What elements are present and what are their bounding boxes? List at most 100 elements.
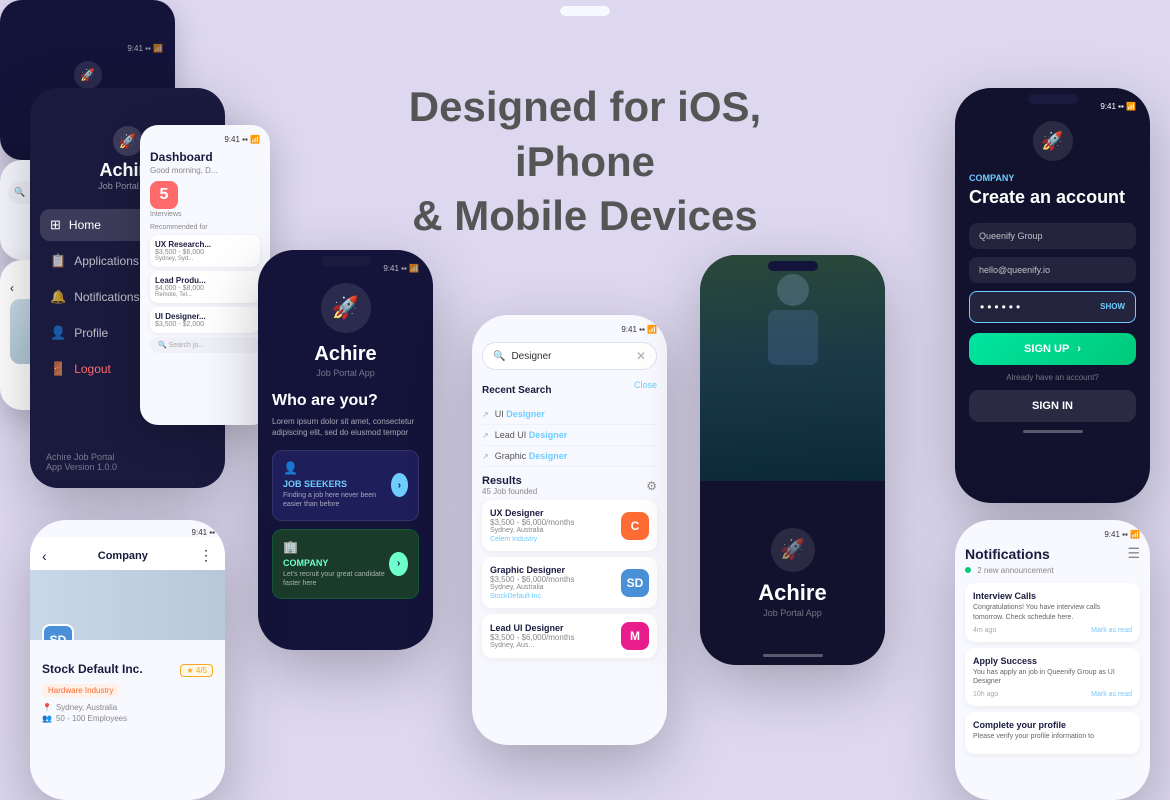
notif-title: Notifications — [965, 546, 1050, 562]
notif-card-body-1: Congratulations! You have interview call… — [973, 603, 1132, 623]
job-location-3: Sydney, Aus... — [490, 642, 615, 649]
notch-search — [545, 321, 595, 331]
signup-button[interactable]: SIGN UP › — [969, 333, 1136, 365]
dash-badge: 5 — [150, 181, 178, 209]
create-home-bar — [1023, 430, 1083, 433]
profile-icon: 👤 — [50, 325, 66, 341]
notif-card-1[interactable]: Interview Calls Congratulations! You hav… — [965, 583, 1140, 642]
photo-app-name: Achire — [758, 580, 826, 606]
company-logo-2: SD — [621, 569, 649, 597]
dash-search[interactable]: 🔍 Search jo... — [150, 337, 260, 353]
star-icon: ★ — [186, 666, 193, 675]
notch-company — [103, 526, 153, 536]
seekers-desc: Finding a job here never been easier tha… — [283, 491, 391, 509]
show-password-btn[interactable]: SHOW — [1100, 302, 1125, 311]
phone-company-card: 9:41 ▪▪ ‹ Company ⋮ SD Stock Default Inc… — [30, 520, 225, 800]
phone-who-are-you: 9:41 ▪▪ 📶 🚀 Achire Job Portal App Who ar… — [258, 250, 433, 650]
company-arrow-btn[interactable]: › — [389, 552, 408, 576]
who-card-seekers[interactable]: 👤 JOB SEEKERS Finding a job here never b… — [272, 450, 419, 520]
notif-dot — [965, 567, 971, 573]
results-header: Results 45 Job founded ⚙ — [482, 475, 657, 496]
job-title-2: Graphic Designer — [490, 565, 615, 575]
dashboard-panel: 9:41 ▪▪ 📶 Dashboard Good morning, D... 5… — [140, 125, 270, 425]
job-result-info-3: Lead UI Designer $3,500 - $6,000/months … — [490, 623, 615, 649]
who-card-company[interactable]: 🏢 COMPANY Let's recruit your great candi… — [272, 529, 419, 599]
company-logo-1: C — [621, 512, 649, 540]
notif-mark-2[interactable]: Mark as read — [1091, 691, 1132, 698]
results-title: Results — [482, 475, 537, 487]
notif-time-1: 4m ago — [973, 627, 996, 634]
splash-left-status: 9:41 ▪▪ 📶 — [12, 44, 163, 53]
dash-status-bar: 9:41 ▪▪ 📶 — [150, 135, 260, 144]
already-account-text: Already have an account? — [969, 373, 1136, 382]
bottom-search-icon: 🔍 — [14, 187, 25, 198]
seekers-arrow-btn[interactable]: › — [391, 473, 408, 497]
home-icon: ⊞ — [50, 217, 61, 233]
photo-home-bar — [763, 654, 823, 657]
who-app-name: Achire — [272, 343, 419, 366]
recent-arrow-icon-2: ↗ — [482, 431, 489, 440]
seekers-icon: 👤 — [283, 461, 391, 475]
signin-button[interactable]: SIGN IN — [969, 390, 1136, 422]
dash-job-card-3: UI Designer... $3,500 - $2,000 — [150, 307, 260, 333]
nav-label-applications: Applications — [74, 254, 139, 268]
job-result-2[interactable]: Graphic Designer $3,500 - $6,000/months … — [482, 557, 657, 608]
dash-job-card-2: Lead Produ... $4,000 - $8,000 Remote, Te… — [150, 271, 260, 303]
notif-card-2[interactable]: Apply Success You has apply an job in Qu… — [965, 648, 1140, 707]
notif-card-footer-1: 4m ago Mark as read — [973, 627, 1132, 634]
company-logo-3: M — [621, 622, 649, 650]
email-input[interactable]: hello@queenify.io — [969, 257, 1136, 283]
company-name-input[interactable]: Queenify Group — [969, 223, 1136, 249]
recent-item-3: ↗ Graphic Designer — [482, 446, 657, 467]
results-count: 45 Job founded — [482, 487, 537, 496]
company-back-btn[interactable]: ‹ — [42, 548, 47, 564]
sidebar-footer-version: App Version 1.0.0 — [46, 462, 209, 472]
company-more-btn[interactable]: ⋮ — [199, 547, 213, 564]
sidebar-rocket-icon: 🚀 — [113, 126, 143, 156]
recent-arrow-icon: ↗ — [482, 410, 489, 419]
job-location-2: Sydney, Australia — [490, 584, 615, 591]
dash-job-salary-2: $4,000 - $8,000 — [155, 285, 255, 292]
search-input[interactable]: Designer — [511, 351, 629, 362]
company-header-bar: ‹ Company ⋮ — [30, 537, 225, 570]
search-clear-btn[interactable]: ✕ — [636, 349, 646, 363]
recent-item-1: ↗ UI Designer — [482, 404, 657, 425]
job-title-3: Lead UI Designer — [490, 623, 615, 633]
job-result-1[interactable]: UX Designer $3,500 - $6,000/months Sydne… — [482, 500, 657, 551]
dash-job-card-1: UX Research... $3,500 - $6,000 Sydney, S… — [150, 235, 260, 267]
dash-title: Dashboard — [150, 150, 260, 164]
password-input[interactable]: •••••• SHOW — [969, 291, 1136, 323]
company-icon: 🏢 — [283, 540, 389, 554]
job-result-3[interactable]: Lead UI Designer $3,500 - $6,000/months … — [482, 614, 657, 658]
company-time: 9:41 — [192, 528, 208, 537]
company-photo: SD — [30, 570, 225, 640]
jd-back-btn[interactable]: ‹ — [10, 281, 14, 295]
nav-label-logout: Logout — [74, 362, 111, 376]
notifications-icon: 🔔 — [50, 289, 66, 305]
dash-time: 9:41 — [224, 135, 240, 144]
who-time: 9:41 — [383, 264, 399, 273]
phone-create-account: 9:41 ▪▪ 📶 🚀 COMPANY Create an account Qu… — [955, 88, 1150, 503]
hero-line1: Designed for iOS, iPhone — [409, 83, 761, 185]
company-info: Stock Default Inc. ★ 4/5 Hardware Indust… — [30, 640, 225, 733]
recent-close-btn[interactable]: Close — [634, 380, 657, 390]
notif-menu-btn[interactable]: ☰ — [1127, 545, 1140, 562]
phone-search: 9:41 ▪▪ 📶 🔍 Designer ✕ Recent Search Clo… — [472, 315, 667, 745]
notch-create — [1028, 94, 1078, 104]
notif-card-3[interactable]: Complete your profile Please verify your… — [965, 712, 1140, 754]
notif-time-2: 10h ago — [973, 691, 998, 698]
notif-mark-1[interactable]: Mark as read — [1091, 627, 1132, 634]
phone-notifications: 9:41 ▪▪ 📶 Notifications ☰ 2 new announce… — [955, 520, 1150, 800]
notif-announce: 2 new announcement — [965, 566, 1140, 575]
company-title: COMPANY — [283, 558, 389, 568]
filter-icon[interactable]: ⚙ — [646, 479, 657, 493]
dash-job-title-1: UX Research... — [155, 240, 255, 249]
sidebar-footer-app: Achire Job Portal — [46, 452, 209, 462]
dash-section-title: Recommended for — [150, 224, 260, 231]
photo-bottom: 🚀 Achire Job Portal App — [700, 481, 885, 666]
nav-label-profile: Profile — [74, 326, 108, 340]
search-bar[interactable]: 🔍 Designer ✕ — [482, 342, 657, 370]
splash-rocket-icon: 🚀 — [74, 61, 102, 89]
company-employees: 👥 50 - 100 Employees — [42, 714, 213, 723]
notif-card-title-2: Apply Success — [973, 656, 1132, 666]
